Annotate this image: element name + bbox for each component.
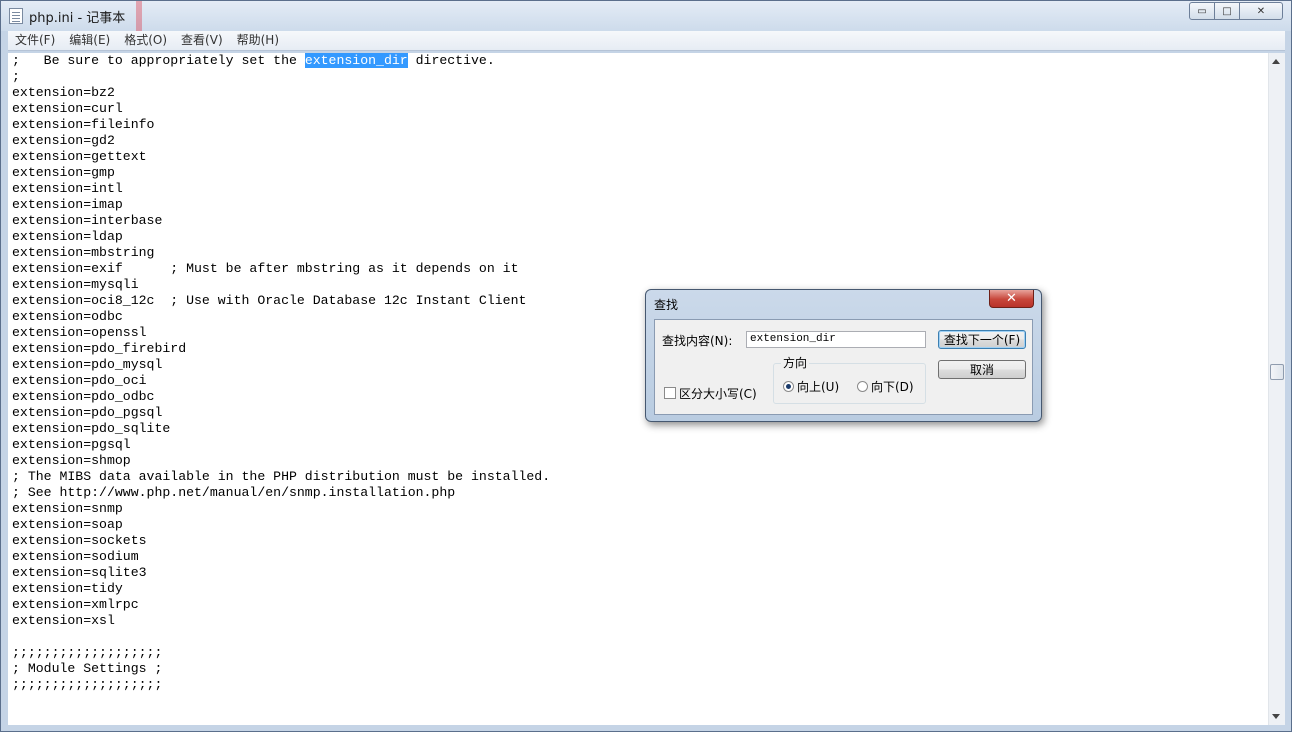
caption-buttons: ▭ □ ✕ — [1189, 2, 1283, 22]
editor-line: extension=curl — [12, 101, 123, 116]
editor-line: extension=interbase — [12, 213, 163, 228]
editor-line: extension=pdo_firebird — [12, 341, 187, 356]
editor-line: ; — [12, 69, 20, 84]
menu-bar: 文件(F) 编辑(E) 格式(O) 查看(V) 帮助(H) — [8, 31, 1285, 51]
editor-line: ;;;;;;;;;;;;;;;;;;; — [12, 645, 163, 660]
editor-line: extension=xsl — [12, 613, 115, 628]
find-next-button[interactable]: 查找下一个(F) — [938, 330, 1026, 349]
find-label: 查找内容(N): — [662, 334, 733, 348]
scroll-down-icon[interactable] — [1272, 714, 1280, 719]
editor-line: extension=gmp — [12, 165, 115, 180]
close-button[interactable]: ✕ — [1239, 2, 1283, 20]
editor-line: extension=gettext — [12, 149, 147, 164]
editor-line: extension=pdo_pgsql — [12, 405, 163, 420]
notepad-icon[interactable] — [9, 8, 23, 24]
direction-up-label: 向上(U) — [797, 380, 840, 394]
editor-line: extension=pdo_mysql — [12, 357, 163, 372]
editor-line: ; Module Settings ; — [12, 661, 163, 676]
editor-line: extension=exif ; Must be after mbstring … — [12, 261, 519, 276]
editor-line: ; Be sure to appropriately set the exten… — [8, 53, 1268, 69]
editor-line: extension=bz2 — [12, 85, 115, 100]
editor-line: extension=ldap — [12, 229, 123, 244]
dialog-body: 查找内容(N): extension_dir 查找下一个(F) 取消 区分大小写… — [654, 319, 1033, 415]
dialog-close-button[interactable]: ✕ — [989, 290, 1034, 308]
editor-line: extension=pdo_sqlite — [12, 421, 171, 436]
menu-view[interactable]: 查看(V) — [174, 31, 230, 50]
scroll-up-icon[interactable] — [1272, 59, 1280, 64]
editor-line: extension=shmop — [12, 453, 131, 468]
menu-format[interactable]: 格式(O) — [117, 31, 174, 50]
editor-line: extension=gd2 — [12, 133, 115, 148]
direction-down-label: 向下(D) — [871, 380, 914, 394]
vertical-scrollbar[interactable] — [1268, 53, 1285, 725]
find-input[interactable]: extension_dir — [746, 331, 926, 348]
editor-line: ; See http://www.php.net/manual/en/snmp.… — [12, 485, 456, 500]
window-title: php.ini - 记事本 — [29, 11, 126, 26]
maximize-button[interactable]: □ — [1214, 2, 1240, 20]
editor-line: ; The MIBS data available in the PHP dis… — [12, 469, 551, 484]
editor-line: extension=soap — [12, 517, 123, 532]
editor-line: extension=mbstring — [12, 245, 155, 260]
direction-label: 方向 — [781, 354, 810, 371]
editor-line: extension=sqlite3 — [12, 565, 147, 580]
menu-file[interactable]: 文件(F) — [8, 31, 62, 50]
editor-line: extension=imap — [12, 197, 123, 212]
editor-line: extension=intl — [12, 181, 123, 196]
find-dialog: 查找 ✕ 查找内容(N): extension_dir 查找下一个(F) 取消 … — [645, 289, 1042, 422]
editor-line: extension=xmlrpc — [12, 597, 139, 612]
menu-edit[interactable]: 编辑(E) — [62, 31, 117, 50]
line-text: directive. — [407, 53, 495, 68]
text-editor[interactable]: ; Be sure to appropriately set the exten… — [8, 53, 1268, 725]
selected-text: extension_dir — [304, 53, 408, 68]
editor-line: extension=pdo_odbc — [12, 389, 155, 404]
title-bar[interactable]: php.ini - 记事本 ▭ □ ✕ — [1, 1, 1291, 31]
editor-line: extension=fileinfo — [12, 117, 155, 132]
line-text: ; Be sure to appropriately set the — [12, 53, 305, 68]
minimize-button[interactable]: ▭ — [1189, 2, 1215, 20]
match-case-label: 区分大小写(C) — [679, 387, 757, 401]
editor-line: extension=odbc — [12, 309, 123, 324]
editor-line: extension=pdo_oci — [12, 373, 147, 388]
match-case-checkbox[interactable] — [664, 387, 676, 399]
editor-line: extension=sockets — [12, 533, 147, 548]
editor-line: extension=pgsql — [12, 437, 131, 452]
editor-line: ;;;;;;;;;;;;;;;;;;; — [12, 677, 163, 692]
editor-line: extension=mysqli — [12, 277, 139, 292]
direction-up-radio[interactable] — [783, 381, 794, 392]
background-window-strip — [136, 1, 142, 31]
dialog-title: 查找 — [654, 298, 679, 312]
editor-line: extension=snmp — [12, 501, 123, 516]
editor-line: extension=oci8_12c ; Use with Oracle Dat… — [12, 293, 527, 308]
cancel-button[interactable]: 取消 — [938, 360, 1026, 379]
editor-line: extension=tidy — [12, 581, 123, 596]
editor-line: extension=openssl — [12, 325, 147, 340]
direction-down-radio[interactable] — [857, 381, 868, 392]
editor-line: extension=sodium — [12, 549, 139, 564]
scroll-thumb[interactable] — [1270, 364, 1284, 380]
menu-help[interactable]: 帮助(H) — [230, 31, 286, 50]
